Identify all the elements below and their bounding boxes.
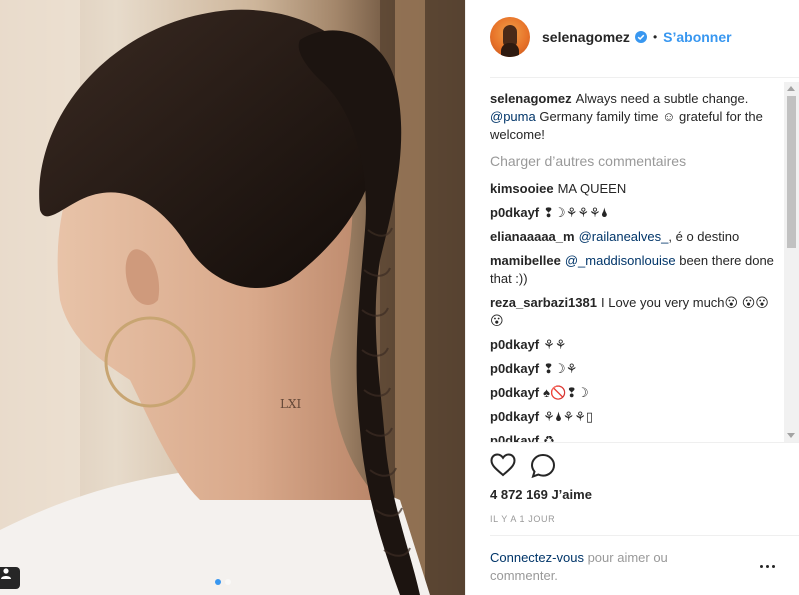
login-prompt: Connectez-vous pour aimer ou commenter.	[490, 549, 700, 585]
scroll-up-arrow-icon[interactable]	[787, 86, 795, 91]
comment-item: mamibellee @_maddisonlouise been there do…	[490, 252, 782, 288]
comments-list[interactable]: selenagomez Always need a subtle change. …	[490, 90, 782, 442]
comment-mention[interactable]: @_maddisonlouise	[565, 253, 676, 268]
carousel-indicator	[215, 579, 231, 585]
heart-icon[interactable]	[490, 453, 516, 482]
comment-username[interactable]: p0dkayf	[490, 385, 539, 400]
post-timestamp[interactable]: IL Y A 1 JOUR	[490, 514, 555, 524]
comment-item: p0dkayf ⚘⚘	[490, 336, 782, 354]
header-divider	[490, 77, 799, 78]
comment-item: reza_sarbazi1381 I Love you very much😮 😮😮…	[490, 294, 782, 330]
svg-text:LXI: LXI	[280, 397, 302, 411]
likes-count[interactable]: 4 872 169 J’aime	[490, 487, 592, 502]
header-username[interactable]: selenagomez	[542, 29, 630, 45]
login-link[interactable]: Connectez-vous	[490, 550, 584, 565]
carousel-dot[interactable]	[225, 579, 231, 585]
scrollbar-thumb[interactable]	[787, 96, 796, 248]
comment-text: ⚘🌢⚘⚘▯	[543, 409, 594, 424]
comment-text: ♻	[543, 433, 555, 442]
header-separator: •	[652, 30, 658, 44]
actions-divider	[490, 442, 799, 443]
comment-item: p0dkayf ⚘🌢⚘⚘▯	[490, 408, 782, 426]
comment-item: p0dkayf ♻	[490, 432, 782, 442]
scroll-down-arrow-icon[interactable]	[787, 433, 795, 438]
comment-username[interactable]: p0dkayf	[490, 361, 539, 376]
photo-illustration: LXI	[0, 0, 465, 595]
comment-username[interactable]: p0dkayf	[490, 433, 539, 442]
carousel-dot-active	[215, 579, 221, 585]
caption-username[interactable]: selenagomez	[490, 91, 572, 106]
caption-text: Always need a subtle change.	[575, 91, 749, 106]
comment-item: p0dkayf ❢☽⚘	[490, 360, 782, 378]
comment-text: , é o destino	[668, 229, 740, 244]
footer-divider	[490, 535, 799, 536]
post-header: selenagomez • S’abonner	[490, 17, 732, 57]
load-more-comments-button[interactable]: Charger d’autres commentaires	[490, 152, 782, 170]
avatar[interactable]	[490, 17, 530, 57]
comment-username[interactable]: p0dkayf	[490, 337, 539, 352]
comment-username[interactable]: kimsooiee	[490, 181, 554, 196]
post-photo[interactable]: LXI	[0, 0, 465, 595]
comment-text: ♠🚫❢☽	[543, 385, 589, 400]
comment-username[interactable]: p0dkayf	[490, 409, 539, 424]
comment-username[interactable]: reza_sarbazi1381	[490, 295, 597, 310]
comment-item: p0dkayf ♠🚫❢☽	[490, 384, 782, 402]
follow-button[interactable]: S’abonner	[663, 29, 731, 45]
caption-mention[interactable]: @puma	[490, 109, 536, 124]
comments-scrollbar[interactable]	[784, 82, 799, 442]
comment-username[interactable]: p0dkayf	[490, 205, 539, 220]
comment-item: elianaaaaa_m @railanealves_, é o destino	[490, 228, 782, 246]
comment-text: ❢☽⚘⚘⚘🌢	[543, 205, 609, 220]
comment-text: MA QUEEN	[557, 181, 627, 196]
verified-badge-icon	[634, 31, 647, 43]
post-side-panel: selenagomez • S’abonner selenagomez Alway…	[465, 0, 799, 595]
comment-mention[interactable]: @railanealves_	[579, 229, 669, 244]
comment-text: ❢☽⚘	[543, 361, 578, 376]
comment-username[interactable]: mamibellee	[490, 253, 561, 268]
comment-username[interactable]: elianaaaaa_m	[490, 229, 575, 244]
more-options-icon[interactable]	[760, 565, 775, 568]
user-tag-button[interactable]	[0, 567, 20, 589]
comment-bubble-icon[interactable]	[530, 453, 556, 482]
comment-item: p0dkayf ❢☽⚘⚘⚘🌢	[490, 204, 782, 222]
comment-text: ⚘⚘	[543, 337, 567, 352]
comment-item: kimsooiee MA QUEEN	[490, 180, 782, 198]
post-caption: selenagomez Always need a subtle change. …	[490, 90, 782, 144]
post-actions	[490, 453, 556, 482]
